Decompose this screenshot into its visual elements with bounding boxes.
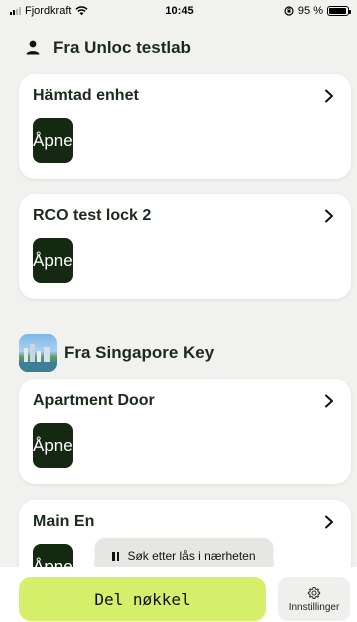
open-button[interactable]: Åpne: [33, 118, 73, 163]
open-button[interactable]: Åpne: [33, 238, 73, 283]
lock-card-header[interactable]: RCO test lock 2: [19, 194, 351, 238]
chevron-right-icon[interactable]: [323, 209, 335, 223]
open-button[interactable]: Åpne: [33, 544, 73, 567]
lock-card[interactable]: RCO test lock 2 Åpne: [19, 194, 351, 299]
singapore-avatar: [19, 334, 57, 372]
section-title: Fra Unloc testlab: [53, 38, 191, 57]
gear-icon: [307, 586, 321, 599]
pause-icon[interactable]: [112, 551, 120, 561]
lock-name: Apartment Door: [33, 392, 155, 409]
signal-icon: [10, 7, 21, 15]
lock-list[interactable]: Fra Unloc testlab Hämtad enhet Åpne RCO …: [0, 22, 357, 567]
clock: 10:45: [165, 5, 194, 17]
scan-toast-label: Søk etter lås i nærheten: [127, 549, 256, 563]
battery-percent: 95 %: [297, 5, 323, 17]
lock-card-header[interactable]: Apartment Door: [19, 379, 351, 423]
status-bar: Fjordkraft 10:45 95 %: [0, 0, 357, 22]
person-icon: [26, 40, 40, 55]
battery-icon: [326, 6, 351, 16]
orientation-lock-icon: [284, 6, 294, 16]
section-header-singapore-key: Fra Singapore Key: [0, 334, 214, 372]
lock-card[interactable]: Apartment Door Åpne: [19, 379, 351, 484]
lock-name: Hämtad enhet: [33, 87, 139, 104]
chevron-right-icon[interactable]: [323, 394, 335, 408]
battery-level: [328, 8, 347, 14]
lock-name: Main En: [33, 513, 95, 530]
status-right: 95 %: [239, 5, 351, 17]
lock-name: RCO test lock 2: [33, 207, 152, 224]
settings-button[interactable]: Innstillinger: [278, 577, 350, 621]
section-header-unloc-testlab: Fra Unloc testlab: [0, 38, 191, 58]
section-title: Fra Singapore Key: [64, 343, 215, 362]
status-left: Fjordkraft: [10, 5, 120, 17]
chevron-right-icon[interactable]: [323, 515, 335, 529]
carrier-label: Fjordkraft: [25, 5, 72, 17]
scan-toast[interactable]: Søk etter lås i nærheten: [95, 538, 273, 567]
share-key-button[interactable]: Del nøkkel: [19, 577, 266, 621]
lock-card[interactable]: Hämtad enhet Åpne: [19, 74, 351, 179]
wifi-icon: [75, 6, 88, 16]
chevron-right-icon[interactable]: [323, 89, 335, 103]
open-button[interactable]: Åpne: [33, 423, 73, 468]
bottom-bar: Del nøkkel Innstillinger: [0, 567, 357, 622]
settings-label: Innstillinger: [288, 601, 340, 613]
lock-card-header[interactable]: Hämtad enhet: [19, 74, 351, 118]
